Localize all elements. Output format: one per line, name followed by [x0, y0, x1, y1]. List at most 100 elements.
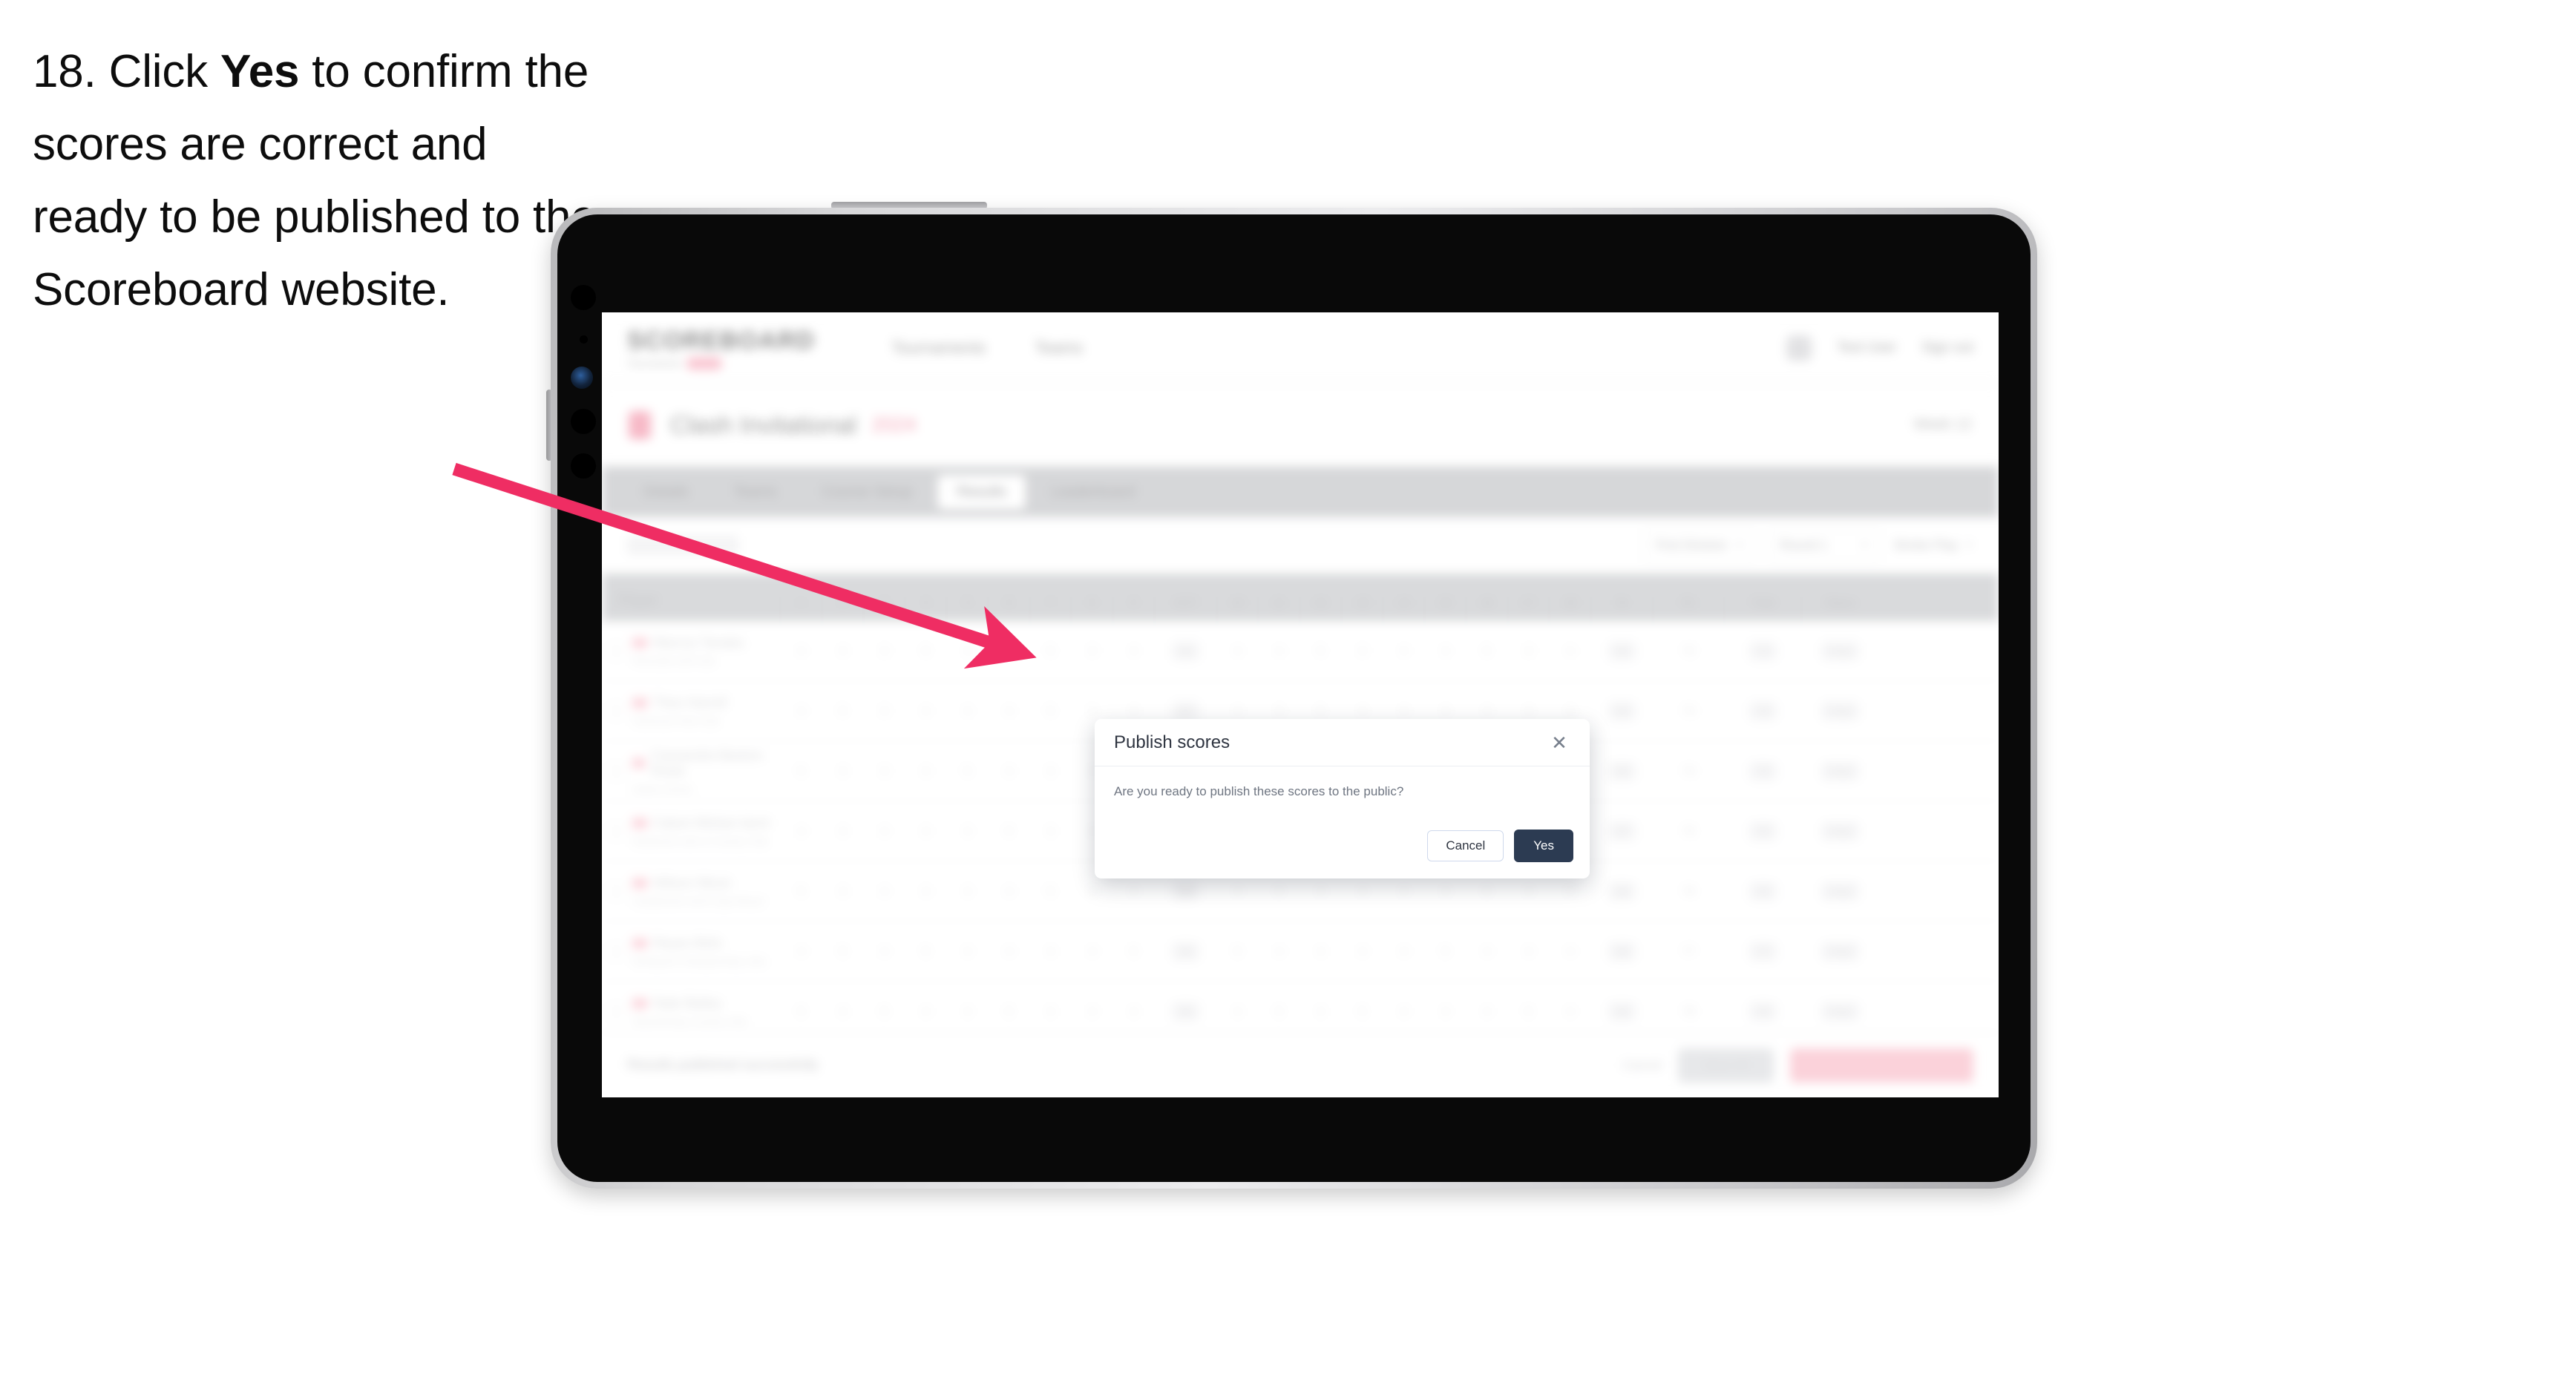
cell-hole-score[interactable]: 5 [905, 945, 946, 958]
cell-hole-score[interactable]: 4 [1112, 644, 1154, 657]
row-checkbox[interactable] [609, 1004, 623, 1019]
cell-hole-score[interactable]: 5 [1029, 884, 1071, 898]
cancel-link[interactable]: Cancel [1622, 1058, 1662, 1073]
tab-leaderboard[interactable]: Leaderboard [1032, 475, 1154, 510]
cell-hole-score[interactable]: 4 [780, 824, 822, 838]
close-icon[interactable]: ✕ [1548, 732, 1570, 754]
cell-hole-score[interactable]: 5 [780, 1005, 822, 1018]
cell-hole-score[interactable]: 4 [1300, 945, 1341, 958]
cell-hole-score[interactable]: 3 [863, 764, 905, 778]
cell-hole-score[interactable]: 3 [863, 644, 905, 657]
cell-hole-score[interactable]: 4 [1549, 945, 1590, 958]
cell-hole-score[interactable]: 5 [1424, 945, 1466, 958]
cell-hole-score[interactable]: 4 [1216, 644, 1258, 657]
cell-hole-score[interactable]: 5 [1341, 1005, 1383, 1018]
table-row[interactable]: Marcus Tanaka Riverside Golf Club 4 4 3 5 4 4 5 3… [602, 621, 1999, 681]
cell-hole-score[interactable]: 4 [946, 1005, 988, 1018]
cell-hole-score[interactable]: 4 [905, 1005, 946, 1018]
cell-hole-score[interactable]: 4 [1071, 945, 1112, 958]
sign-out-link[interactable]: Sign out [1921, 340, 1973, 356]
cell-hole-score[interactable]: 4 [1029, 945, 1071, 958]
tab-teams[interactable]: Teams [714, 475, 796, 510]
cell-hole-score[interactable]: 4 [946, 884, 988, 898]
cell-hole-score[interactable]: 4 [1341, 704, 1383, 717]
cell-hole-score[interactable]: 5 [1029, 704, 1071, 717]
cell-hole-score[interactable]: 4 [1029, 1005, 1071, 1018]
filter-division[interactable]: First Division ▼ [1644, 528, 1756, 562]
cell-hole-score[interactable]: 4 [1424, 644, 1466, 657]
cell-hole-score[interactable]: 5 [946, 764, 988, 778]
cell-hole-score[interactable]: 4 [1466, 945, 1507, 958]
cell-hole-score[interactable]: 3 [1507, 644, 1549, 657]
cell-hole-score[interactable]: 4 [905, 884, 946, 898]
cell-hole-score[interactable]: 4 [822, 884, 863, 898]
cell-hole-score[interactable]: 5 [1029, 644, 1071, 657]
table-row[interactable]: Reyes Brito Northpoint Championship Links… [602, 922, 1999, 982]
cell-hole-score[interactable]: 4 [822, 1005, 863, 1018]
cell-hole-score[interactable]: 4 [780, 644, 822, 657]
cell-hole-score[interactable]: 5 [1216, 945, 1258, 958]
cell-hole-score[interactable]: 4 [905, 764, 946, 778]
row-checkbox[interactable] [609, 824, 623, 838]
cell-hole-score[interactable]: 4 [946, 704, 988, 717]
cell-hole-score[interactable]: 4 [1112, 1005, 1154, 1018]
tab-details[interactable]: Details [624, 475, 708, 510]
cell-hole-score[interactable]: 5 [905, 644, 946, 657]
cell-hole-score[interactable]: 5 [780, 884, 822, 898]
tab-course-setup[interactable]: Course Setup [802, 475, 931, 510]
cancel-button[interactable]: Cancel [1427, 830, 1504, 861]
cell-hole-score[interactable]: 4 [1383, 704, 1424, 717]
cell-hole-score[interactable]: 4 [988, 884, 1029, 898]
nav-item-teams[interactable]: Teams [1035, 338, 1083, 358]
cell-hole-score[interactable]: 4 [1112, 884, 1154, 898]
cell-hole-score[interactable]: 4 [863, 824, 905, 838]
filter-round[interactable]: Round 1 ▼ [1769, 528, 1881, 562]
cell-hole-score[interactable]: 4 [822, 764, 863, 778]
cell-hole-score[interactable]: 4 [1300, 1005, 1341, 1018]
row-checkbox[interactable] [609, 763, 623, 778]
cell-hole-score[interactable]: 5 [1258, 1005, 1300, 1018]
cell-hole-score[interactable]: 5 [988, 824, 1029, 838]
cell-hole-score[interactable]: 4 [1258, 644, 1300, 657]
cell-hole-score[interactable]: 3 [1341, 644, 1383, 657]
cell-hole-score[interactable]: 3 [863, 704, 905, 717]
cell-hole-score[interactable]: 4 [1029, 764, 1071, 778]
cell-hole-score[interactable]: 4 [1029, 824, 1071, 838]
cell-hole-score[interactable]: 4 [1549, 884, 1590, 898]
cell-hole-score[interactable]: 5 [1300, 704, 1341, 717]
cell-hole-score[interactable]: 5 [1466, 884, 1507, 898]
cell-hole-score[interactable]: 4 [1071, 1005, 1112, 1018]
row-checkbox[interactable] [609, 703, 623, 718]
cell-hole-score[interactable]: 4 [1383, 1005, 1424, 1018]
cell-hole-score[interactable]: 4 [946, 945, 988, 958]
cell-hole-score[interactable]: 5 [780, 764, 822, 778]
cell-hole-score[interactable]: 4 [1258, 945, 1300, 958]
cell-hole-score[interactable]: 4 [1424, 884, 1466, 898]
cell-hole-score[interactable]: 4 [822, 644, 863, 657]
row-checkbox[interactable] [609, 884, 623, 899]
cell-hole-score[interactable]: 4 [1507, 945, 1549, 958]
filter-format[interactable]: Stroke Play ▼ [1893, 538, 1973, 553]
cell-hole-score[interactable]: 4 [1466, 704, 1507, 717]
cell-hole-score[interactable]: 3 [1071, 644, 1112, 657]
cell-hole-score[interactable]: 5 [1300, 644, 1341, 657]
cell-hole-score[interactable]: 4 [1216, 1005, 1258, 1018]
brand-logo[interactable]: SCOREBOARD Tournament LIVE [627, 326, 820, 370]
avatar[interactable] [1786, 335, 1812, 361]
cell-hole-score[interactable]: 4 [988, 945, 1029, 958]
cell-hole-score[interactable]: 4 [946, 644, 988, 657]
cell-hole-score[interactable]: 4 [905, 704, 946, 717]
cell-hole-score[interactable]: 4 [1424, 704, 1466, 717]
yes-button[interactable]: Yes [1514, 830, 1573, 862]
search-input[interactable] [627, 536, 738, 555]
cell-hole-score[interactable]: 4 [1383, 945, 1424, 958]
save-all-button[interactable]: Save All [1677, 1048, 1774, 1083]
cell-hole-score[interactable]: 5 [988, 1005, 1029, 1018]
cell-hole-score[interactable]: 4 [946, 824, 988, 838]
cell-hole-score[interactable]: 5 [1112, 945, 1154, 958]
cell-hole-score[interactable]: 4 [1112, 704, 1154, 717]
cell-hole-score[interactable]: 5 [1507, 1005, 1549, 1018]
cell-hole-score[interactable]: 4 [1071, 884, 1112, 898]
cell-hole-score[interactable]: 4 [1466, 1005, 1507, 1018]
cell-hole-score[interactable]: 5 [1258, 884, 1300, 898]
